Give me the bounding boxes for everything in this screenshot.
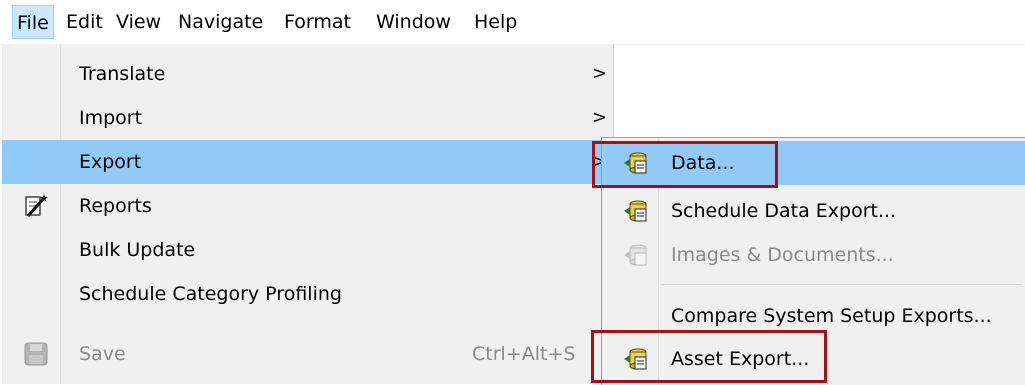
annotation-box-asset-export xyxy=(591,330,827,383)
menu-item-label: Schedule Category Profiling xyxy=(79,283,342,305)
menu-item-label: Reports xyxy=(79,195,152,217)
menu-item-translate[interactable]: Translate > xyxy=(2,52,613,96)
db-export-icon xyxy=(622,241,650,269)
submenu-item-label: Schedule Data Export... xyxy=(671,200,897,222)
save-disk-icon xyxy=(22,340,50,368)
menu-item-bulk-update[interactable]: Bulk Update xyxy=(2,228,613,272)
submenu-item-label: Images & Documents... xyxy=(671,244,894,266)
submenu-arrow-icon: > xyxy=(592,63,608,84)
menu-navigate[interactable]: Navigate xyxy=(174,5,267,39)
menu-item-label: Save xyxy=(79,343,126,365)
menu-item-label: Export xyxy=(79,151,142,173)
menu-item-import[interactable]: Import > xyxy=(2,96,613,140)
submenu-item-images-documents[interactable]: Images & Documents... xyxy=(602,233,1025,277)
menu-item-label: Bulk Update xyxy=(79,239,196,261)
menu-item-export[interactable]: Export > xyxy=(2,140,613,184)
menu-item-save[interactable]: Save Ctrl+Alt+S xyxy=(2,332,613,376)
menu-item-shortcut: Ctrl+Alt+S xyxy=(472,343,576,365)
menu-window[interactable]: Window xyxy=(372,5,455,39)
menu-item-schedule-category-profiling[interactable]: Schedule Category Profiling xyxy=(2,272,613,316)
menu-view[interactable]: View xyxy=(112,5,165,39)
submenu-item-schedule-data-export[interactable]: Schedule Data Export... xyxy=(602,189,1025,233)
file-dropdown-menu: Translate > Import > Export > Reports Bu… xyxy=(2,44,614,384)
submenu-separator xyxy=(662,284,1022,285)
menu-item-label: Translate xyxy=(79,63,166,85)
annotation-box-data xyxy=(592,141,778,188)
menu-help[interactable]: Help xyxy=(470,5,521,39)
reports-wand-icon xyxy=(22,192,50,220)
menu-file[interactable]: File xyxy=(12,5,54,39)
menu-item-label: Import xyxy=(79,107,143,129)
menu-edit[interactable]: Edit xyxy=(62,5,107,39)
db-export-icon xyxy=(622,197,650,225)
menu-format[interactable]: Format xyxy=(280,5,355,39)
menu-bar: File Edit View Navigate Format Window He… xyxy=(0,0,1025,45)
menu-item-reports[interactable]: Reports xyxy=(2,184,613,228)
submenu-arrow-icon: > xyxy=(592,107,608,128)
